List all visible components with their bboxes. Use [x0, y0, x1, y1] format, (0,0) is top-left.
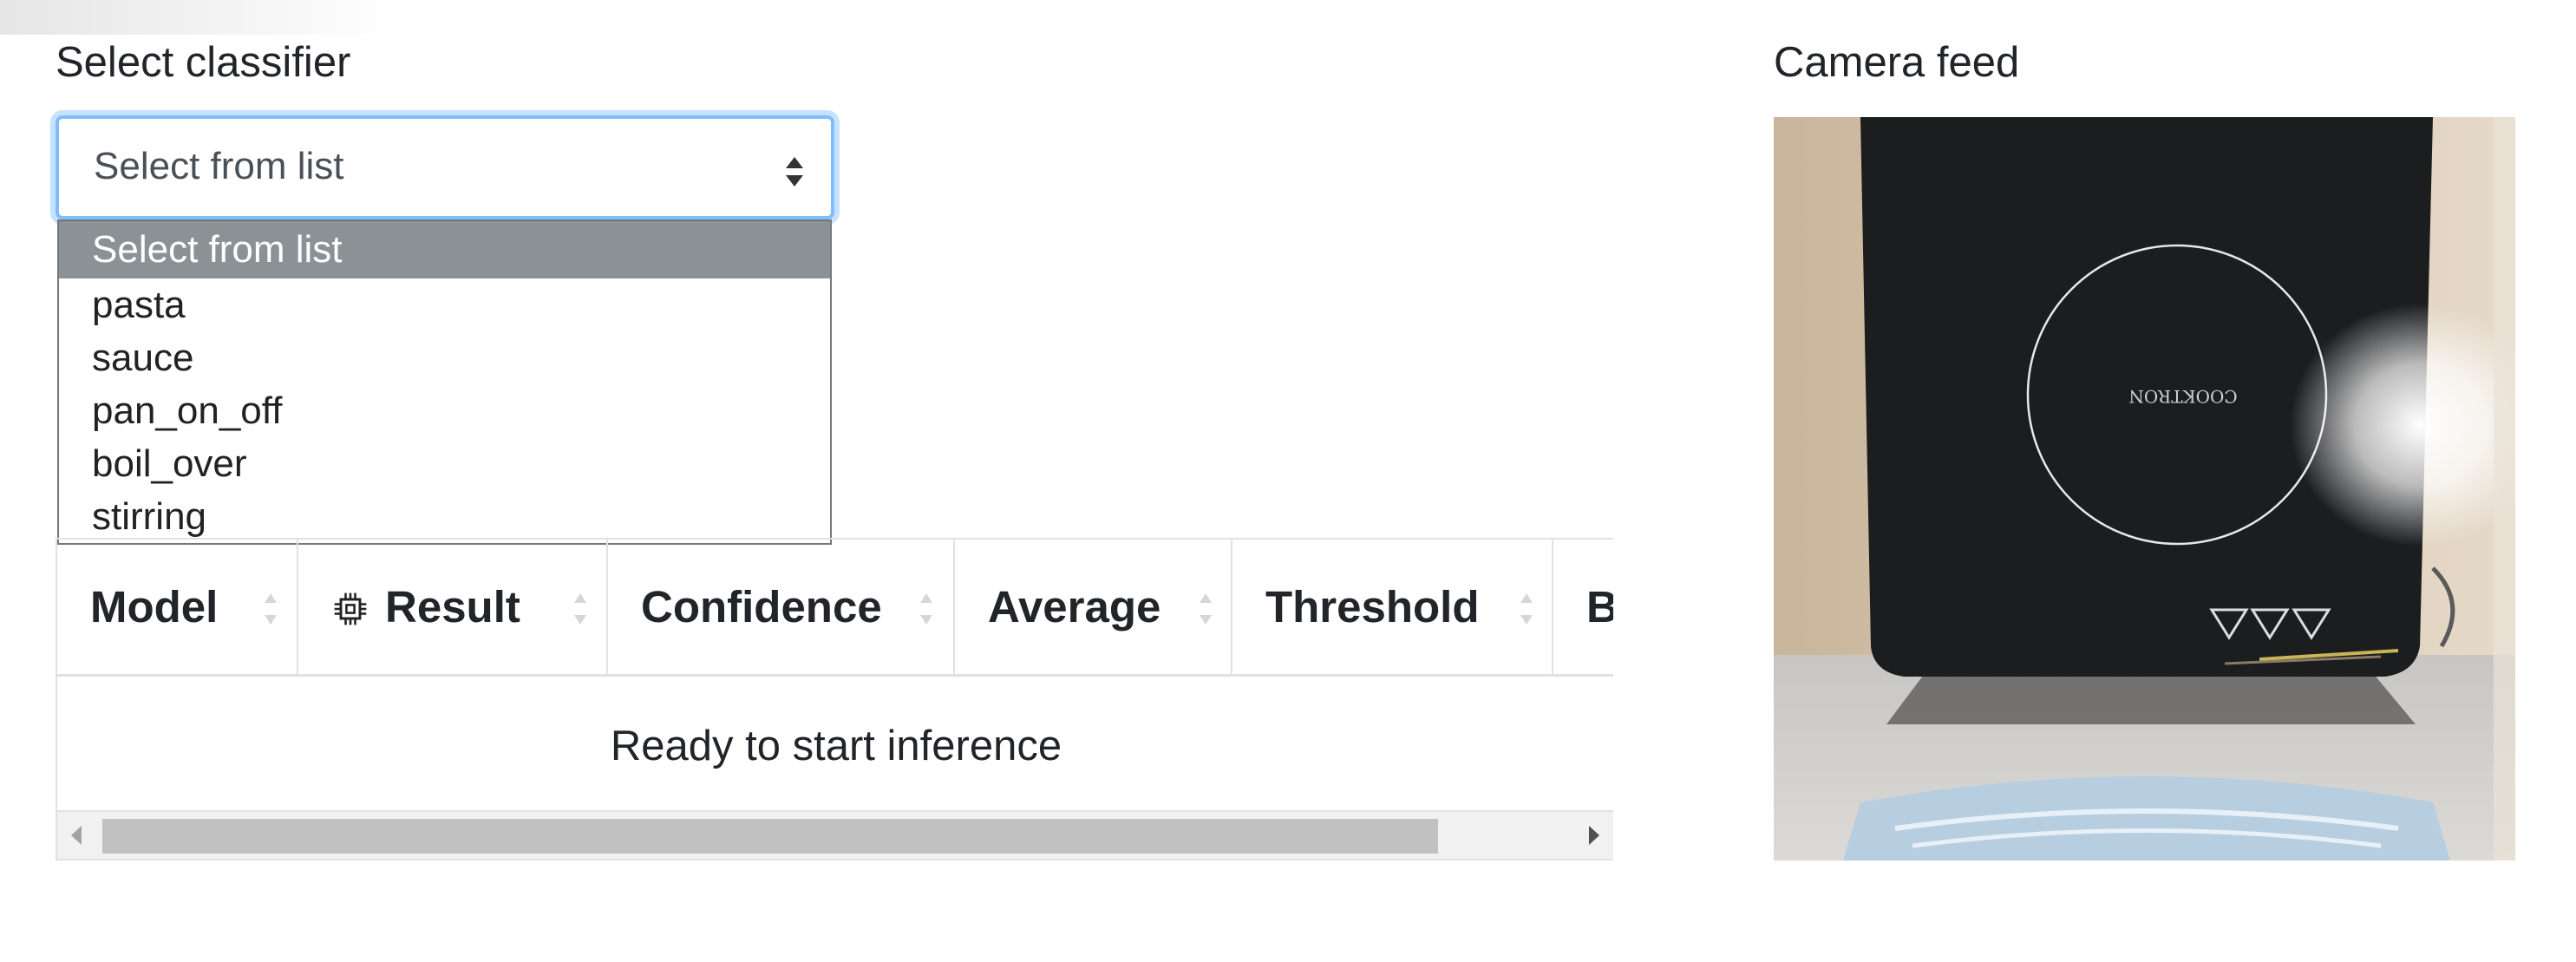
- table-empty-row: Ready to start inference: [57, 677, 1613, 812]
- scrollbar-thumb[interactable]: [102, 819, 1438, 854]
- column-header-result[interactable]: Result: [298, 540, 608, 674]
- table-header: Model Result Confidence Average Threshol…: [57, 540, 1613, 677]
- sort-icon: [920, 593, 932, 625]
- column-header-model[interactable]: Model: [57, 540, 298, 674]
- classifier-option-sauce[interactable]: sauce: [59, 331, 830, 384]
- classifier-select-value: Select from list: [94, 145, 344, 187]
- column-header-b[interactable]: B: [1553, 540, 1613, 674]
- scroll-left-arrow-icon[interactable]: [71, 826, 82, 845]
- camera-feed-label: Camera feed: [1774, 39, 2020, 86]
- column-header-threshold[interactable]: Threshold: [1232, 540, 1553, 674]
- classifier-option-pasta[interactable]: pasta: [59, 278, 830, 331]
- column-header-confidence[interactable]: Confidence: [608, 540, 955, 674]
- horizontal-scrollbar[interactable]: [57, 812, 1613, 859]
- classifier-option-boil-over[interactable]: boil_over: [59, 437, 830, 490]
- top-left-shadow: [0, 0, 399, 35]
- classifier-label: Select classifier: [56, 39, 351, 86]
- sort-icon: [1200, 593, 1212, 625]
- cooktop-brand-text: COOKTRON: [2128, 386, 2237, 407]
- classifier-option-select-from-list[interactable]: Select from list: [59, 221, 830, 278]
- classifier-option-stirring[interactable]: stirring: [59, 490, 830, 543]
- sort-icon: [574, 593, 586, 625]
- camera-feed-image: COOKTRON: [1774, 117, 2515, 861]
- scroll-right-arrow-icon[interactable]: [1589, 826, 1599, 845]
- column-header-average[interactable]: Average: [955, 540, 1232, 674]
- select-updown-icon: [786, 157, 803, 187]
- classifier-option-pan-on-off[interactable]: pan_on_off: [59, 384, 830, 437]
- empty-message: Ready to start inference: [610, 723, 1062, 769]
- sort-icon: [265, 593, 277, 625]
- results-table: Model Result Confidence Average Threshol…: [56, 538, 1613, 861]
- classifier-dropdown-list[interactable]: Select from list pasta sauce pan_on_off …: [57, 219, 832, 545]
- camera-frame: COOKTRON: [1774, 117, 2515, 861]
- sort-icon: [1520, 593, 1533, 625]
- classifier-select[interactable]: Select from list: [56, 115, 834, 219]
- processor-chip-icon: [334, 592, 367, 625]
